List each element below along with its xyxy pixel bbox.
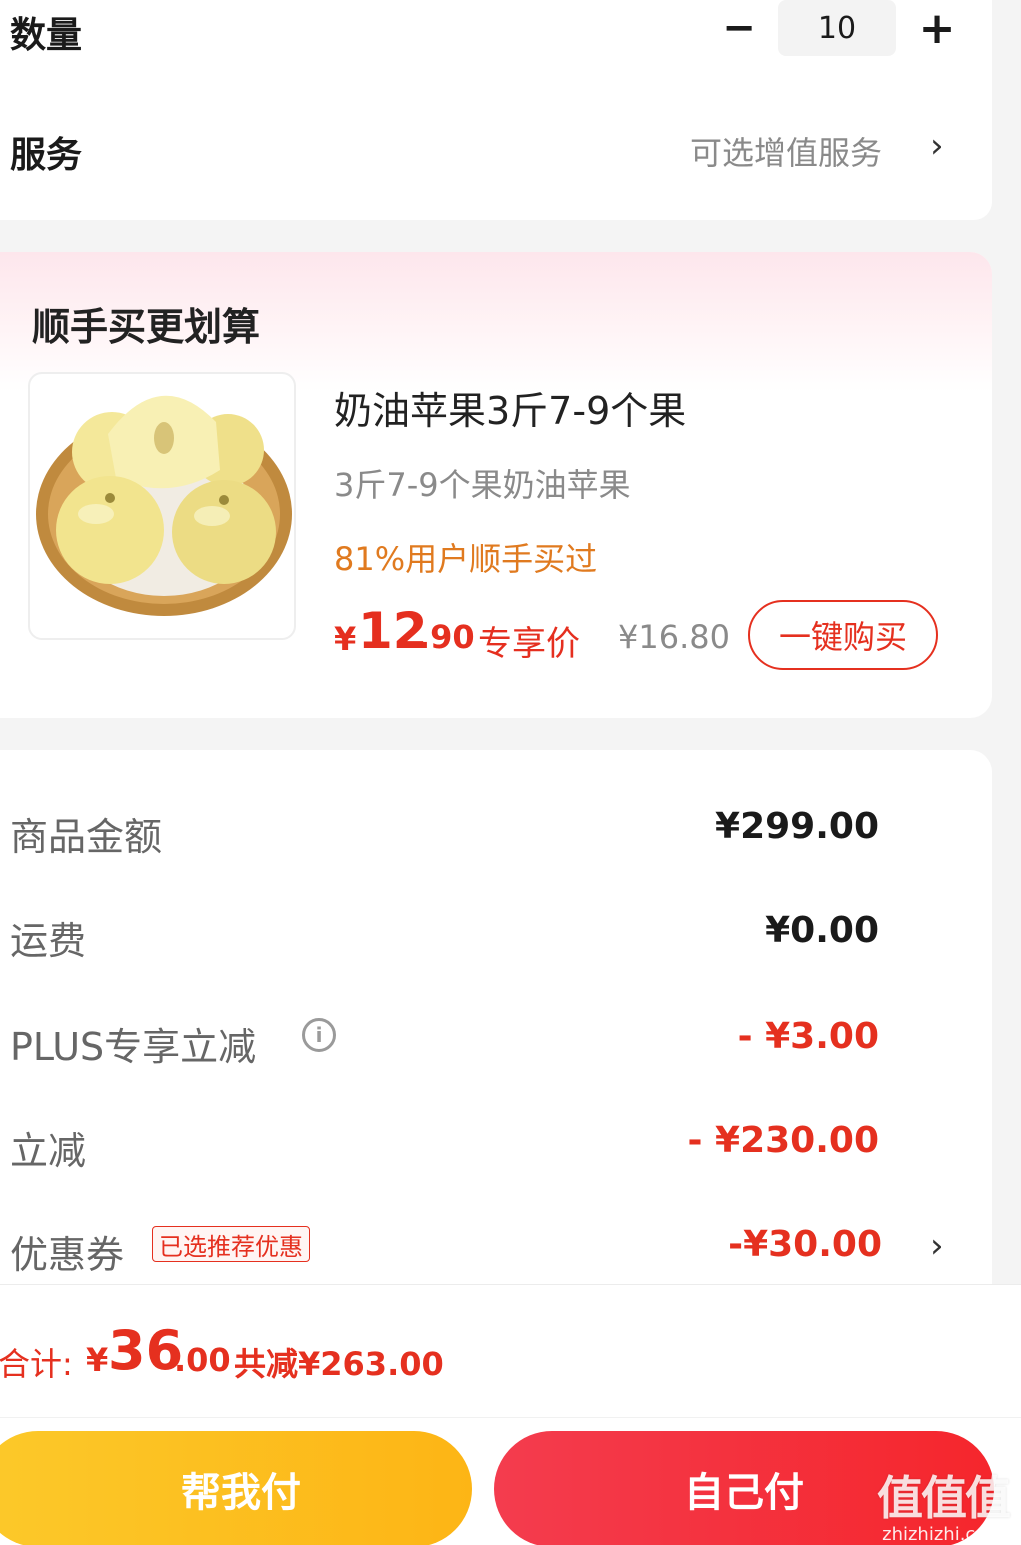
product-purchase-note: 81%用户顺手买过 — [334, 540, 598, 578]
watermark-text: 值值值 — [877, 1471, 1011, 1525]
total-decimal: .00 — [174, 1341, 231, 1379]
product-subtitle: 3斤7-9个果奶油苹果 — [334, 466, 631, 504]
product-name[interactable]: 奶油苹果3斤7-9个果 — [334, 380, 686, 435]
price-currency: ¥ — [334, 620, 357, 658]
service-value-link[interactable]: 可选增值服务 — [690, 128, 882, 174]
total-currency: ¥ — [86, 1341, 109, 1379]
divider — [0, 1417, 1021, 1418]
total-integer: 36 — [108, 1319, 184, 1382]
product-image[interactable] — [28, 372, 296, 640]
apple-basket-image — [36, 395, 292, 616]
total-label: 合计: — [0, 1345, 73, 1383]
quantity-label: 数量 — [10, 15, 83, 56]
help-me-pay-button[interactable]: 帮我付 — [0, 1431, 472, 1545]
goods-amount-value: ¥299.00 — [715, 806, 879, 847]
shipping-value: ¥0.00 — [765, 910, 879, 951]
upsell-card: 顺手买更划算 奶油苹果3斤7-9个果 3斤7-9个果奶油苹果 81%用户顺手买过… — [0, 252, 992, 718]
instant-discount-label: 立减 — [10, 1129, 87, 1173]
goods-amount-label: 商品金额 — [10, 815, 163, 859]
upsell-title: 顺手买更划算 — [32, 305, 261, 349]
price-summary-card: 商品金额 ¥299.00 运费 ¥0.00 PLUS专享立减 i - ¥3.00… — [0, 750, 992, 1310]
coupon-value[interactable]: -¥30.00 — [728, 1224, 882, 1265]
price-exclusive-tag: 专享价 — [478, 624, 580, 664]
plus-discount-label: PLUS专享立减 — [10, 1025, 257, 1069]
quantity-value[interactable]: 10 — [778, 0, 896, 56]
quantity-decrease-button[interactable]: − — [720, 5, 758, 51]
price-decimal: .90 — [418, 618, 475, 656]
info-icon[interactable]: i — [302, 1018, 336, 1052]
coupon-label: 优惠券 — [10, 1233, 125, 1277]
coupon-selected-badge: 已选推荐优惠 — [152, 1226, 310, 1262]
total-saved: 共减¥263.00 — [234, 1345, 444, 1383]
service-label: 服务 — [10, 135, 83, 176]
quantity-increase-button[interactable]: + — [915, 3, 959, 54]
watermark-logo: 值值值 zhizhizhi.com — [868, 1462, 1018, 1545]
plus-discount-value: - ¥3.00 — [737, 1016, 879, 1057]
original-price: ¥16.80 — [618, 618, 730, 656]
one-click-buy-button[interactable]: 一键购买 — [748, 600, 938, 670]
chevron-right-icon[interactable]: › — [930, 1226, 944, 1266]
chevron-right-icon[interactable]: › — [930, 126, 944, 166]
shipping-label: 运费 — [10, 919, 87, 963]
watermark-url: zhizhizhi.com — [882, 1524, 1004, 1545]
order-options-card: 数量 − 10 + 服务 可选增值服务 › — [0, 0, 992, 220]
instant-discount-value: - ¥230.00 — [687, 1120, 879, 1161]
